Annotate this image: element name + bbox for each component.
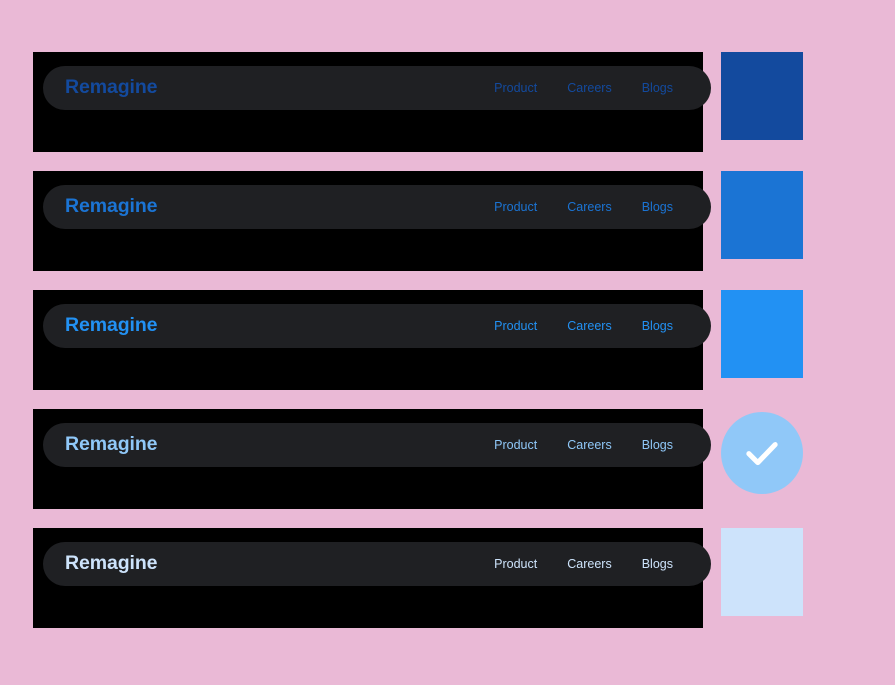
- navbar-variant-row: Remagine Product Careers Blogs: [33, 171, 803, 271]
- navbar-variant-row: Remagine Product Careers Blogs: [33, 52, 803, 152]
- color-swatch: [721, 528, 803, 616]
- brand-logo[interactable]: Remagine: [65, 435, 158, 455]
- nav-link-careers[interactable]: Careers: [567, 439, 611, 452]
- contrast-variant-grid: Remagine Product Careers Blogs Remagine Produ…: [0, 0, 895, 685]
- brand-logo[interactable]: Remagine: [65, 554, 158, 574]
- color-swatch: [721, 52, 803, 140]
- navbar-card: Remagine Product Careers Blogs: [33, 52, 711, 152]
- nav-links: Product Careers Blogs: [494, 82, 683, 95]
- nav-link-blogs[interactable]: Blogs: [642, 558, 673, 571]
- navbar-pill: Remagine Product Careers Blogs: [43, 423, 711, 467]
- nav-link-product[interactable]: Product: [494, 82, 537, 95]
- navbar-variant-row: Remagine Product Careers Blogs: [33, 528, 803, 628]
- navbar-pill: Remagine Product Careers Blogs: [43, 185, 711, 229]
- nav-link-product[interactable]: Product: [494, 320, 537, 333]
- status-badge: [721, 412, 803, 494]
- brand-logo[interactable]: Remagine: [65, 197, 158, 217]
- navbar-pill: Remagine Product Careers Blogs: [43, 542, 711, 586]
- nav-link-blogs[interactable]: Blogs: [642, 201, 673, 214]
- color-swatch: [721, 290, 803, 378]
- check-icon: [746, 442, 778, 466]
- nav-link-careers[interactable]: Careers: [567, 82, 611, 95]
- nav-links: Product Careers Blogs: [494, 201, 683, 214]
- nav-link-product[interactable]: Product: [494, 439, 537, 452]
- navbar-variant-row: Remagine Product Careers Blogs: [33, 409, 803, 509]
- nav-link-blogs[interactable]: Blogs: [642, 82, 673, 95]
- navbar-pill: Remagine Product Careers Blogs: [43, 304, 711, 348]
- nav-link-blogs[interactable]: Blogs: [642, 320, 673, 333]
- navbar-card: Remagine Product Careers Blogs: [33, 290, 711, 390]
- nav-links: Product Careers Blogs: [494, 439, 683, 452]
- navbar-pill: Remagine Product Careers Blogs: [43, 66, 711, 110]
- brand-logo[interactable]: Remagine: [65, 78, 158, 98]
- nav-links: Product Careers Blogs: [494, 320, 683, 333]
- navbar-card: Remagine Product Careers Blogs: [33, 171, 711, 271]
- nav-link-product[interactable]: Product: [494, 558, 537, 571]
- color-swatch: [721, 171, 803, 259]
- navbar-card: Remagine Product Careers Blogs: [33, 409, 711, 509]
- navbar-card: Remagine Product Careers Blogs: [33, 528, 711, 628]
- nav-link-careers[interactable]: Careers: [567, 558, 611, 571]
- brand-logo[interactable]: Remagine: [65, 316, 158, 336]
- nav-link-blogs[interactable]: Blogs: [642, 439, 673, 452]
- nav-link-product[interactable]: Product: [494, 201, 537, 214]
- nav-links: Product Careers Blogs: [494, 558, 683, 571]
- nav-link-careers[interactable]: Careers: [567, 201, 611, 214]
- navbar-variant-row: Remagine Product Careers Blogs: [33, 290, 803, 390]
- nav-link-careers[interactable]: Careers: [567, 320, 611, 333]
